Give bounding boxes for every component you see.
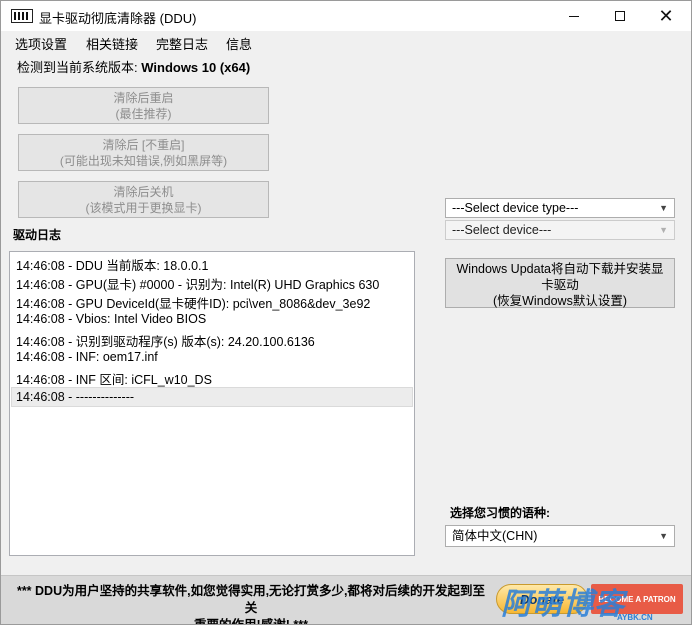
chevron-down-icon: ▼: [659, 225, 668, 235]
footer-message-line1: *** DDU为用户坚持的共享软件,如您觉得实用,无论打赏多少,都将对后续的开发…: [16, 584, 486, 615]
menu-links[interactable]: 相关链接: [86, 34, 138, 53]
log-line-selected[interactable]: 14:46:08 - --------------: [11, 387, 413, 407]
chevron-down-icon: ▼: [659, 203, 668, 213]
watermark-url: AYBK.CN: [617, 613, 653, 622]
footer-message-line2: 重要的作用!感谢! ***: [194, 618, 308, 625]
title-bar: 显卡驱动彻底清除器 (DDU) ✕: [1, 1, 691, 31]
device-value: ---Select device---: [452, 223, 552, 237]
detected-os-value: Windows 10 (x64): [141, 60, 251, 75]
log-line: 14:46:08 - Vbios: Intel Video BIOS: [16, 312, 207, 326]
language-select[interactable]: 简体中文(CHN) ▼: [445, 525, 675, 547]
menu-bar: 选项设置 相关链接 完整日志 信息: [1, 31, 691, 52]
windows-update-button[interactable]: Windows Updata将自动下载并安装显 卡驱动 (恢复Windows默认…: [445, 258, 675, 308]
language-label: 选择您习惯的语种:: [450, 506, 550, 520]
maximize-button[interactable]: [597, 1, 643, 31]
menu-options[interactable]: 选项设置: [15, 34, 67, 53]
log-line: 14:46:08 - INF 区间: iCFL_w10_DS: [16, 373, 212, 387]
clean-no-restart-sublabel: (可能出现未知错误,例如黑屏等): [59, 153, 228, 168]
clean-and-restart-button[interactable]: 清除后重启 (最佳推荐): [18, 87, 269, 124]
windows-update-label-2: 卡驱动: [541, 278, 579, 292]
minimize-button[interactable]: [551, 1, 597, 31]
close-icon: ✕: [658, 6, 674, 26]
log-label: 驱动日志: [13, 228, 62, 242]
log-line: 14:46:08 - GPU(显卡) #0000 - 识别为: Intel(R)…: [16, 278, 380, 292]
detected-os-label: 检测到当前系统版本:: [17, 60, 142, 75]
language-value: 简体中文(CHN): [452, 529, 538, 543]
windows-update-label-1: Windows Updata将自动下载并安装显: [456, 262, 664, 276]
clean-restart-sublabel: (最佳推荐): [115, 106, 172, 121]
clean-restart-label: 清除后重启: [113, 90, 174, 105]
ddu-app-icon: [11, 9, 33, 23]
device-select[interactable]: ---Select device--- ▼: [445, 220, 675, 240]
main-window: 显卡驱动彻底清除器 (DDU) ✕ 选项设置 相关链接 完整日志 信息 检测到当…: [0, 0, 692, 625]
chevron-down-icon: ▼: [659, 531, 668, 541]
clean-and-shutdown-button[interactable]: 清除后关机 (该模式用于更换显卡): [18, 181, 269, 218]
minimize-icon: [569, 15, 579, 17]
menu-info[interactable]: 信息: [226, 34, 252, 53]
clean-no-restart-button[interactable]: 清除后 [不重启] (可能出现未知错误,例如黑屏等): [18, 134, 269, 171]
device-type-value: ---Select device type---: [452, 201, 579, 215]
clean-no-restart-label: 清除后 [不重启]: [102, 137, 185, 152]
device-type-select[interactable]: ---Select device type--- ▼: [445, 198, 675, 218]
log-line: 14:46:08 - GPU DeviceId(显卡硬件ID): pci\ven…: [16, 297, 371, 311]
detected-os: 检测到当前系统版本: Windows 10 (x64): [17, 57, 250, 76]
footer-message: *** DDU为用户坚持的共享软件,如您觉得实用,无论打赏多少,都将对后续的开发…: [11, 583, 491, 625]
windows-update-label-3: (恢复Windows默认设置): [492, 294, 628, 308]
close-button[interactable]: ✕: [643, 1, 689, 31]
clean-shutdown-sublabel: (该模式用于更换显卡): [85, 200, 202, 215]
log-line: 14:46:08 - DDU 当前版本: 18.0.0.1: [16, 259, 209, 273]
window-title: 显卡驱动彻底清除器 (DDU): [39, 11, 197, 26]
log-line: 14:46:08 - 识别到驱动程序(s) 版本(s): 24.20.100.6…: [16, 335, 315, 349]
log-line: 14:46:08 - INF: oem17.inf: [16, 350, 158, 364]
menu-full-log[interactable]: 完整日志: [156, 34, 208, 53]
watermark-logo: 阿萌博客: [501, 588, 625, 621]
clean-shutdown-label: 清除后关机: [113, 184, 174, 199]
log-list[interactable]: 14:46:08 - DDU 当前版本: 18.0.0.1 14:46:08 -…: [9, 251, 415, 556]
maximize-icon: [615, 11, 625, 21]
